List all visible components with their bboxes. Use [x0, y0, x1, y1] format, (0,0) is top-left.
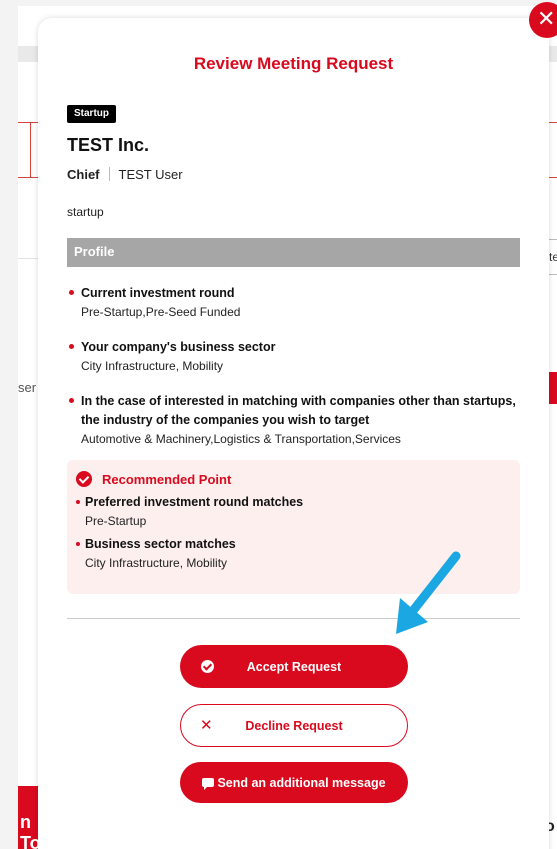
profile-section-header: Profile: [67, 238, 520, 267]
review-meeting-request-modal: Review Meeting Request Startup TEST Inc.…: [38, 18, 549, 849]
profile-question: Current investment round: [81, 286, 235, 300]
close-button[interactable]: ✕: [529, 2, 557, 38]
chat-bubble-icon: [202, 778, 215, 790]
profile-question: Your company's business sector: [81, 340, 276, 354]
profile-answer: Pre-Startup,Pre-Seed Funded: [81, 305, 241, 319]
recommended-item-label: Preferred investment round matches: [85, 495, 304, 509]
background-bottom-bar: n To: [18, 786, 38, 849]
separator: [108, 167, 110, 181]
profile-item: Your company's business sector City Infr…: [67, 338, 522, 376]
company-type-badge: Startup: [67, 105, 116, 123]
profile-list: Current investment round Pre-Startup,Pre…: [67, 284, 522, 465]
profile-answer: Automotive & Machinery,Logistics & Trans…: [81, 432, 401, 446]
recommended-item: Preferred investment round matches Pre-S…: [76, 493, 520, 531]
profile-answer: City Infrastructure, Mobility: [81, 359, 224, 373]
arrow-pointer-icon: [396, 551, 461, 634]
company-description: startup: [67, 205, 104, 219]
requester-info: Chief TEST User: [67, 167, 183, 182]
x-icon: ✕: [200, 717, 213, 734]
recommended-point-title: Recommended Point: [76, 471, 520, 487]
requester-role: Chief: [67, 167, 100, 182]
check-circle-icon: [201, 660, 214, 673]
profile-question: In the case of interested in matching wi…: [81, 394, 516, 427]
requester-name: TEST User: [118, 167, 183, 182]
decline-request-label: Decline Request: [245, 718, 343, 733]
check-circle-icon: [76, 471, 92, 487]
background-cell-border: [30, 123, 31, 177]
accept-request-label: Accept Request: [246, 659, 342, 674]
recommended-point-label: Recommended Point: [102, 471, 232, 487]
modal-title: Review Meeting Request: [193, 54, 394, 73]
send-additional-message-button[interactable]: Send an additional message: [180, 762, 408, 803]
close-icon: ✕: [537, 6, 556, 31]
decline-request-button[interactable]: ✕ Decline Request: [180, 704, 408, 747]
accept-request-button[interactable]: Accept Request: [180, 645, 408, 688]
background-left-text: ser: [18, 380, 37, 395]
profile-item: Current investment round Pre-Startup,Pre…: [67, 284, 522, 322]
company-name: TEST Inc.: [67, 135, 150, 155]
recommended-item-value: Pre-Startup: [85, 514, 147, 528]
send-message-label: Send an additional message: [217, 775, 386, 790]
profile-item: In the case of interested in matching wi…: [67, 392, 522, 449]
